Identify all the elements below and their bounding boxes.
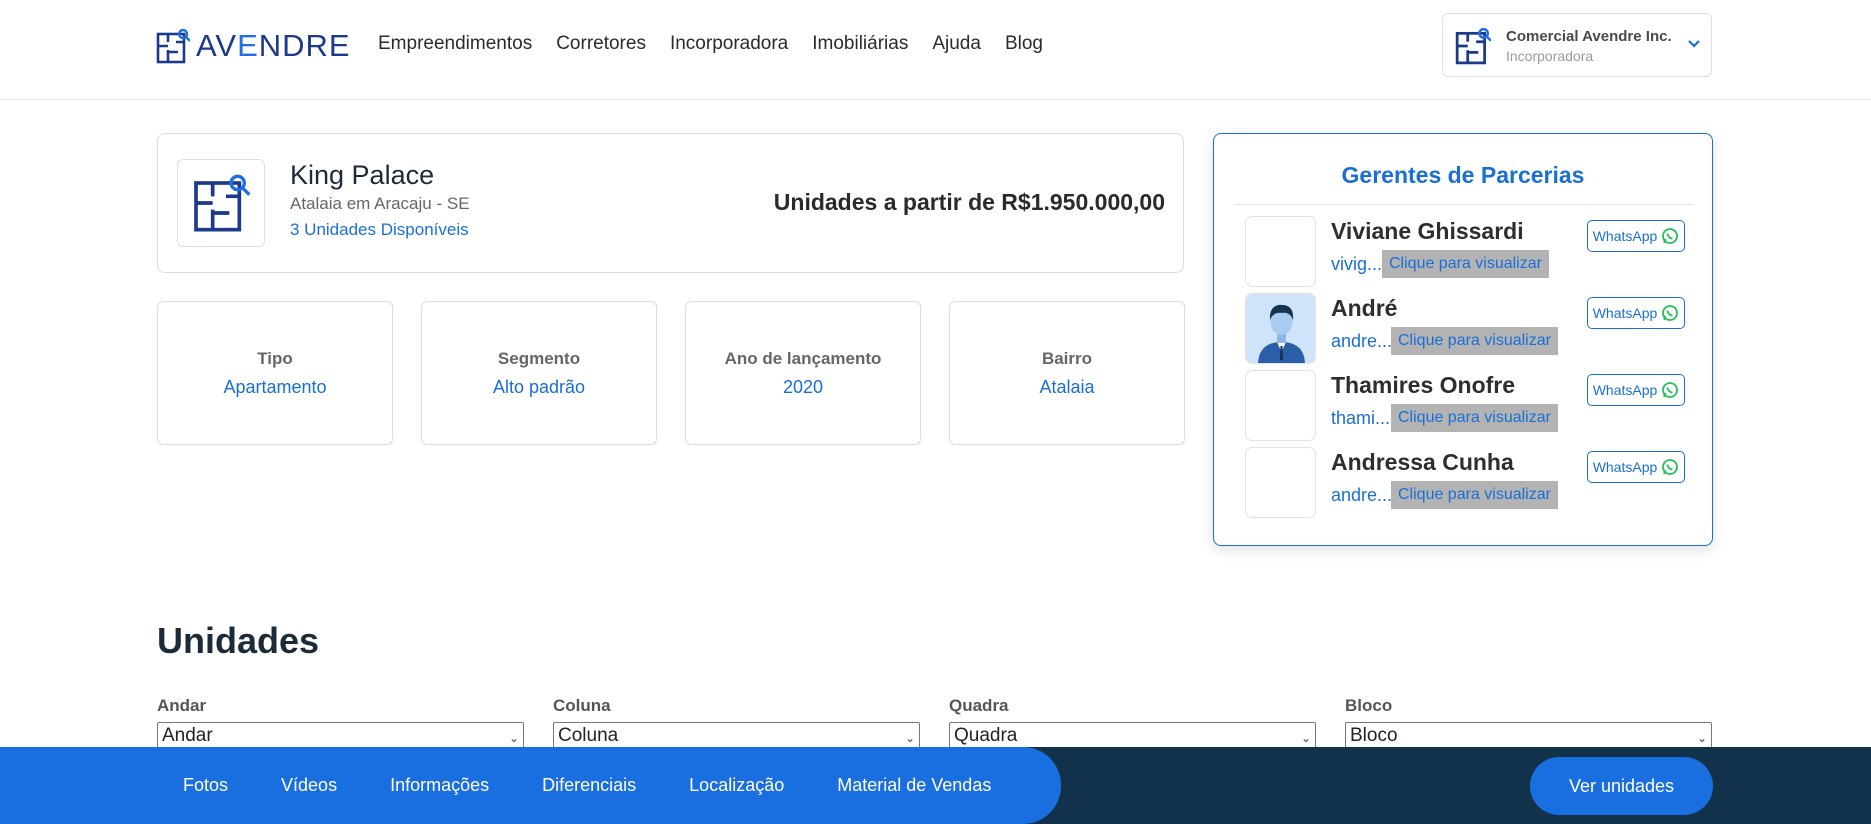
info-segmento: Segmento Alto padrão bbox=[421, 301, 657, 445]
filter-bloco: Bloco Bloco ⌄ bbox=[1345, 696, 1712, 752]
info-label: Ano de lançamento bbox=[724, 349, 882, 368]
top-header: AVENDRE Empreendimentos Corretores Incor… bbox=[0, 0, 1871, 100]
info-label: Tipo bbox=[257, 349, 293, 368]
property-price: Unidades a partir de R$1.950.000,00 bbox=[773, 189, 1165, 215]
whatsapp-icon bbox=[1662, 382, 1679, 398]
info-value: 2020 bbox=[782, 377, 824, 397]
info-ano-lancamento: Ano de lançamento 2020 bbox=[685, 301, 921, 445]
ver-unidades-button[interactable]: Ver unidades bbox=[1530, 757, 1713, 815]
divider bbox=[1234, 204, 1694, 205]
tab-localizacao[interactable]: Localização bbox=[689, 775, 784, 796]
whatsapp-button[interactable]: WhatsApp bbox=[1587, 451, 1685, 483]
account-role: Incorporadora bbox=[1506, 48, 1594, 64]
tab-fotos[interactable]: Fotos bbox=[183, 775, 228, 796]
units-available-link[interactable]: 3 Unidades Disponíveis bbox=[290, 220, 469, 240]
filter-label: Bloco bbox=[1345, 696, 1393, 715]
account-dropdown[interactable]: Comercial Avendre Inc. Incorporadora bbox=[1442, 13, 1712, 77]
filter-label: Coluna bbox=[553, 696, 611, 715]
filter-label: Quadra bbox=[949, 696, 1009, 715]
nav-imobiliarias[interactable]: Imobiliárias bbox=[812, 32, 908, 56]
filter-andar: Andar Andar ⌄ bbox=[157, 696, 524, 752]
reveal-contact-button[interactable]: Clique para visualizar bbox=[1391, 481, 1558, 509]
whatsapp-button[interactable]: WhatsApp bbox=[1587, 374, 1685, 406]
info-value: Apartamento bbox=[223, 377, 327, 397]
manager-name: Thamires Onofre bbox=[1331, 372, 1516, 398]
chevron-down-icon: ⌄ bbox=[904, 731, 915, 745]
units-title: Unidades bbox=[157, 620, 320, 661]
reveal-contact-button[interactable]: Clique para visualizar bbox=[1391, 327, 1558, 355]
property-location: Atalaia em Aracaju - SE bbox=[290, 194, 470, 213]
manager-row: Andressa Cunha andre... Clique para visu… bbox=[1245, 447, 1685, 519]
manager-name: Viviane Ghissardi bbox=[1331, 218, 1524, 244]
avatar bbox=[1245, 216, 1316, 287]
whatsapp-icon bbox=[1662, 459, 1679, 475]
chevron-down-icon bbox=[1688, 40, 1700, 48]
nav-corretores[interactable]: Corretores bbox=[556, 32, 646, 56]
chevron-down-icon: ⌄ bbox=[508, 731, 519, 745]
whatsapp-icon bbox=[1662, 305, 1679, 321]
avatar bbox=[1245, 447, 1316, 518]
tab-informacoes[interactable]: Informações bbox=[390, 775, 489, 796]
filter-coluna: Coluna Coluna ⌄ bbox=[553, 696, 920, 752]
tab-material-vendas[interactable]: Material de Vendas bbox=[837, 775, 991, 796]
info-bairro: Bairro Atalaia bbox=[949, 301, 1185, 445]
manager-email: vivig... bbox=[1331, 254, 1383, 274]
main-nav: Empreendimentos Corretores Incorporadora… bbox=[378, 32, 1067, 56]
info-label: Bairro bbox=[1041, 349, 1093, 368]
avendre-logo[interactable]: AVENDRE bbox=[156, 26, 351, 66]
property-name: King Palace bbox=[290, 160, 435, 190]
manager-email: thami... bbox=[1331, 408, 1391, 428]
chevron-down-icon: ⌄ bbox=[1300, 731, 1311, 745]
manager-name: Andressa Cunha bbox=[1331, 449, 1514, 475]
manager-name: André bbox=[1331, 295, 1398, 321]
reveal-contact-button[interactable]: Clique para visualizar bbox=[1382, 250, 1549, 278]
nav-ajuda[interactable]: Ajuda bbox=[932, 32, 981, 56]
manager-email: andre... bbox=[1331, 331, 1393, 351]
manager-row: André andre... Clique para visualizar Wh… bbox=[1245, 293, 1685, 365]
nav-incorporadora[interactable]: Incorporadora bbox=[670, 32, 788, 56]
tab-videos[interactable]: Vídeos bbox=[281, 775, 337, 796]
manager-email: andre... bbox=[1331, 485, 1393, 505]
reveal-contact-button[interactable]: Clique para visualizar bbox=[1391, 404, 1558, 432]
managers-title: Gerentes de Parcerias bbox=[1341, 162, 1585, 188]
whatsapp-label: WhatsApp bbox=[1592, 459, 1658, 475]
select-value: Coluna bbox=[558, 725, 619, 746]
info-value: Alto padrão bbox=[492, 377, 586, 397]
select-value: Bloco bbox=[1350, 725, 1398, 746]
manager-row: Thamires Onofre thami... Clique para vis… bbox=[1245, 370, 1685, 442]
bottom-action-bar: Fotos Vídeos Informações Diferenciais Lo… bbox=[0, 747, 1871, 824]
filter-quadra: Quadra Quadra ⌄ bbox=[949, 696, 1316, 752]
whatsapp-button[interactable]: WhatsApp bbox=[1587, 220, 1685, 252]
info-value: Atalaia bbox=[1039, 377, 1095, 397]
person-avatar-icon bbox=[1246, 294, 1315, 363]
whatsapp-label: WhatsApp bbox=[1592, 305, 1658, 321]
manager-row: Viviane Ghissardi vivig... Clique para v… bbox=[1245, 216, 1685, 288]
nav-empreendimentos[interactable]: Empreendimentos bbox=[378, 32, 532, 56]
whatsapp-label: WhatsApp bbox=[1592, 228, 1658, 244]
whatsapp-label: WhatsApp bbox=[1592, 382, 1658, 398]
whatsapp-button[interactable]: WhatsApp bbox=[1587, 297, 1685, 329]
building-plan-icon bbox=[194, 174, 251, 232]
property-thumbnail bbox=[177, 159, 265, 247]
account-name: Comercial Avendre Inc. bbox=[1506, 28, 1672, 45]
info-tipo: Tipo Apartamento bbox=[157, 301, 393, 445]
partnership-managers-panel: Gerentes de Parcerias Viviane Ghissardi … bbox=[1213, 133, 1713, 546]
chevron-down-icon: ⌄ bbox=[1696, 731, 1707, 745]
building-plan-icon bbox=[156, 28, 190, 64]
company-logo-icon bbox=[1455, 27, 1491, 65]
property-card: King Palace Atalaia em Aracaju - SE 3 Un… bbox=[157, 133, 1184, 273]
avatar bbox=[1245, 370, 1316, 441]
section-tabs: Fotos Vídeos Informações Diferenciais Lo… bbox=[0, 747, 1061, 824]
info-label: Segmento bbox=[497, 349, 581, 368]
nav-blog[interactable]: Blog bbox=[1005, 32, 1043, 56]
tab-diferenciais[interactable]: Diferenciais bbox=[542, 775, 636, 796]
select-value: Quadra bbox=[954, 725, 1018, 746]
logo-wordmark: AVENDRE bbox=[196, 28, 351, 63]
filter-label: Andar bbox=[157, 696, 207, 715]
select-value: Andar bbox=[162, 725, 213, 746]
whatsapp-icon bbox=[1662, 228, 1679, 244]
avatar bbox=[1245, 293, 1316, 364]
